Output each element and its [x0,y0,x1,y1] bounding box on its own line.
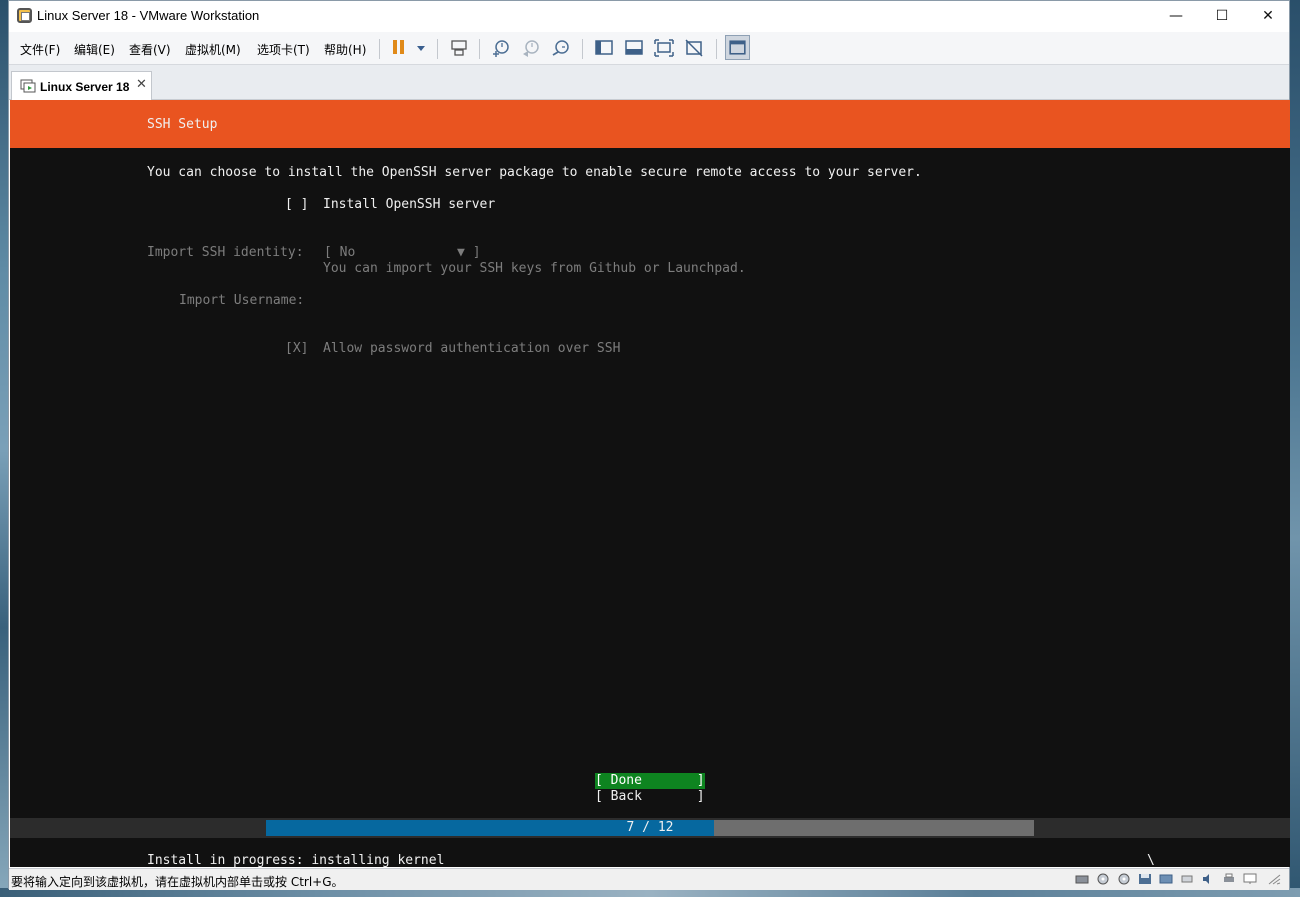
menu-view[interactable]: 查看(V) [129,41,171,58]
tab-close-icon[interactable]: ✕ [136,77,147,92]
hard-disk-icon[interactable] [1075,873,1089,885]
allow-password-checkbox[interactable]: [X] [285,341,308,357]
install-openssh-label[interactable]: Install OpenSSH server [323,197,495,213]
display-icon[interactable] [1243,873,1257,885]
status-message: 要将输入定向到该虚拟机，请在虚拟机内部单击或按 Ctrl+G。 [11,875,344,889]
revert-snapshot-icon[interactable] [520,37,542,59]
toolbar-separator [479,39,480,59]
sidebar-icon[interactable] [593,37,615,59]
toolbar-separator [582,39,583,59]
vmware-app-icon [17,8,32,23]
network-adapter-icon[interactable] [1159,873,1173,885]
menu-file[interactable]: 文件(F) [20,41,60,58]
menu-help[interactable]: 帮助(H) [324,41,366,58]
install-openssh-checkbox[interactable]: [ ] [285,197,308,213]
import-username-label: Import Username: [179,293,305,308]
tab-linux-server-18[interactable]: Linux Server 18 ✕ [11,71,152,100]
vm-console[interactable]: SSH Setup You can choose to install the … [10,100,1290,867]
ssh-description: You can choose to install the OpenSSH se… [147,165,922,180]
fullscreen-icon[interactable] [653,37,675,59]
toolbar-separator [379,39,380,59]
floppy-icon[interactable] [1138,873,1152,885]
back-button[interactable]: [ Back ] [595,789,705,805]
menu-edit[interactable]: 编辑(E) [74,41,115,58]
installer-header-bar: SSH Setup [10,100,1290,148]
window-title: Linux Server 18 - VMware Workstation [37,8,260,23]
install-status-line: Install in progress: installing kernel [147,853,445,867]
import-identity-label: Import SSH identity: [147,245,304,260]
vm-tab-icon [20,79,36,93]
usb-controller-icon[interactable] [1180,873,1194,885]
send-ctrl-alt-del-icon[interactable] [448,37,470,59]
import-identity-dropdown[interactable]: [ No ▼ ] [324,245,481,261]
menu-tabs[interactable]: 选项卡(T) [257,41,310,58]
desktop-background-right [1290,0,1300,897]
import-identity-hint: You can import your SSH keys from Github… [323,261,746,276]
toolbar-separator [437,39,438,59]
cd-dvd-2-icon[interactable] [1117,873,1131,885]
unity-icon[interactable] [683,37,705,59]
install-progress-bar: 7 / 12 [266,820,1034,836]
tab-label: Linux Server 18 [40,80,130,94]
thumbnail-icon[interactable] [623,37,645,59]
console-view-icon[interactable] [725,35,750,60]
snapshot-manager-icon[interactable] [550,37,572,59]
installer-header-title: SSH Setup [147,117,218,132]
pause-dropdown-icon[interactable] [417,46,425,51]
menu-vm[interactable]: 虚拟机(M) [185,41,241,58]
minimize-button[interactable]: — [1153,1,1199,31]
toolbar-separator [716,39,717,59]
cd-dvd-icon[interactable] [1096,873,1110,885]
maximize-button[interactable]: ☐ [1199,1,1245,31]
done-button[interactable]: [ Done ] [595,773,705,789]
snapshot-icon[interactable] [490,37,512,59]
sound-card-icon[interactable] [1201,873,1215,885]
resize-grip-icon[interactable] [1267,873,1281,885]
close-button[interactable]: ✕ [1245,1,1291,31]
printer-icon[interactable] [1222,873,1236,885]
allow-password-label[interactable]: Allow password authentication over SSH [323,341,620,357]
tab-strip: Linux Server 18 ✕ [9,65,1289,100]
desktop-background-left [0,0,8,897]
status-bar: 要将输入定向到该虚拟机，请在虚拟机内部单击或按 Ctrl+G。 [9,868,1289,890]
install-spinner: \ [1147,853,1155,867]
pause-icon[interactable] [389,37,429,59]
menu-toolbar: 文件(F) 编辑(E) 查看(V) 虚拟机(M) 选项卡(T) 帮助(H) [9,32,1289,65]
title-bar[interactable]: Linux Server 18 - VMware Workstation — ☐… [9,1,1289,32]
install-progress-text: 7 / 12 [626,820,674,835]
vmware-window: Linux Server 18 - VMware Workstation — ☐… [8,0,1290,890]
